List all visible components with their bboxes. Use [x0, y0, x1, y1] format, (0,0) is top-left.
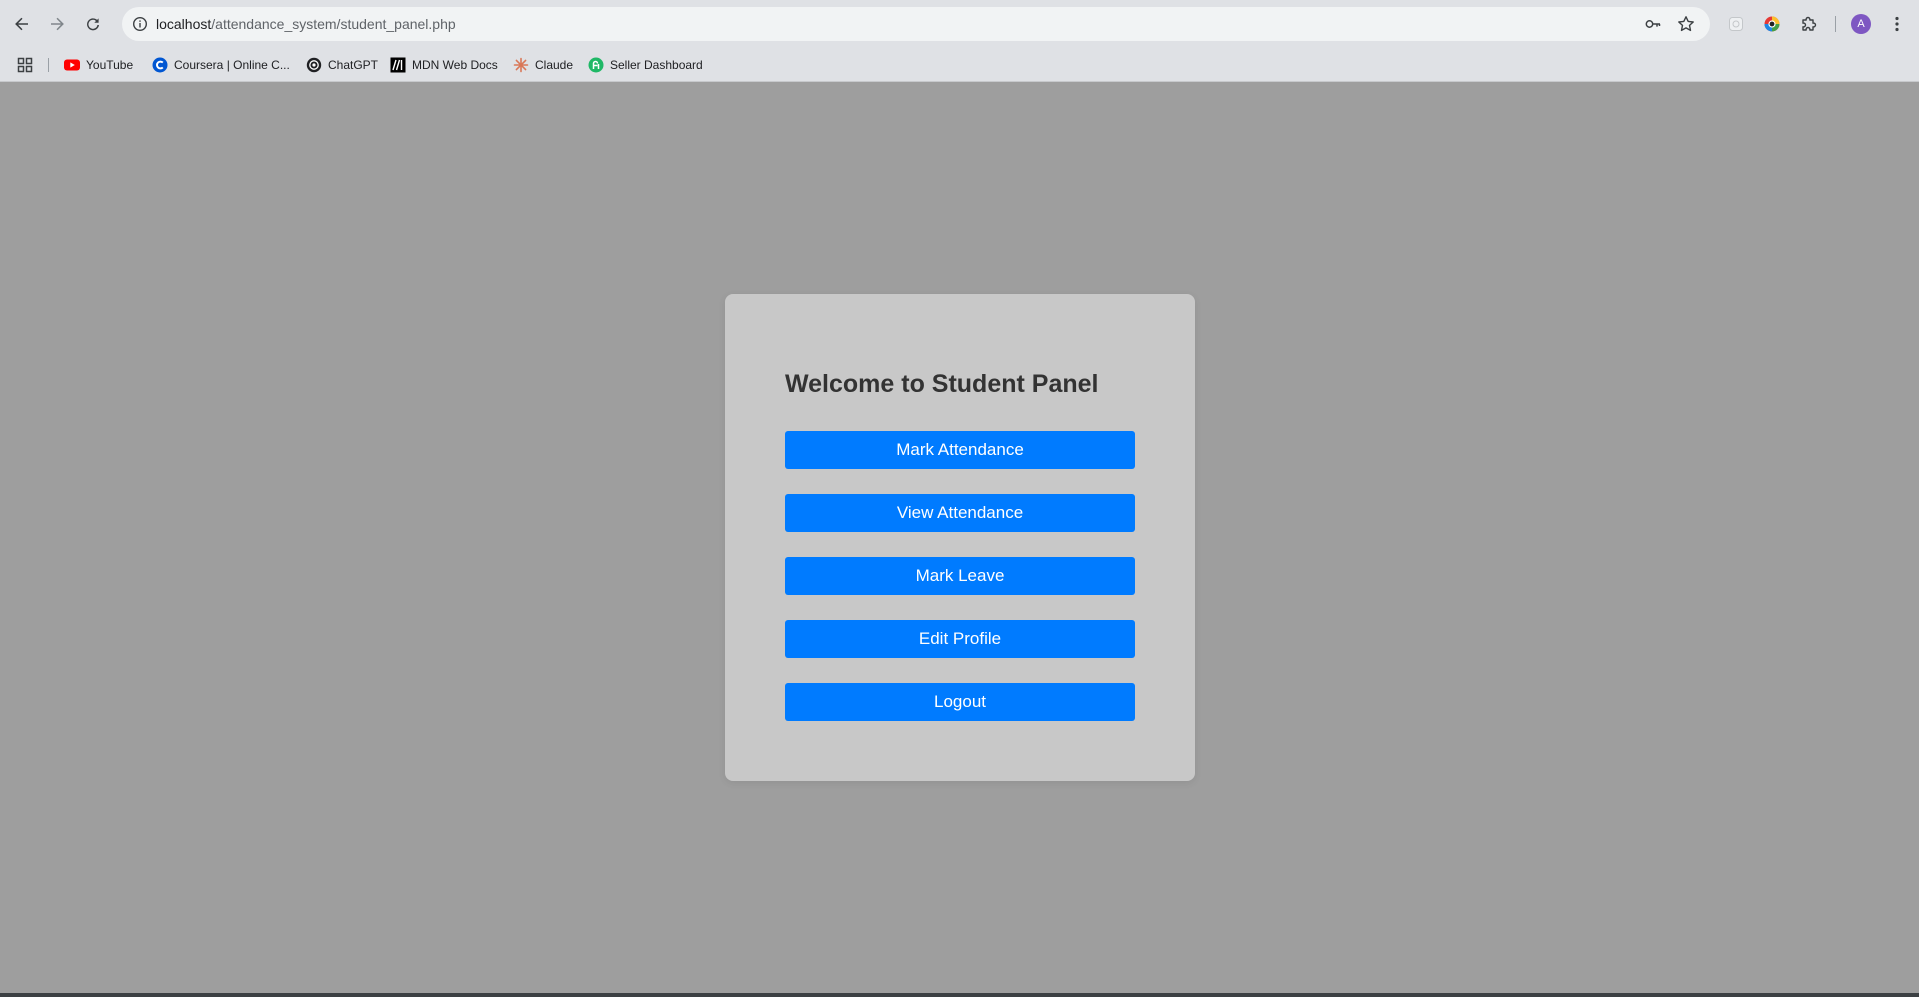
url-text[interactable]: localhost/attendance_system/student_pane…	[156, 16, 456, 32]
bookmark-youtube[interactable]: YouTube	[64, 54, 133, 76]
mark-leave-button[interactable]: Mark Leave	[785, 557, 1135, 595]
password-key-icon[interactable]	[1641, 12, 1665, 36]
claude-icon	[513, 57, 529, 73]
taskbar-edge	[0, 993, 1919, 997]
address-bar[interactable]: localhost/attendance_system/student_pane…	[122, 7, 1710, 41]
chatgpt-icon	[306, 57, 322, 73]
bookmarks-bar: YouTube Coursera | Online C... ChatGPT M…	[0, 48, 1919, 82]
color-picker-extension-icon[interactable]	[1760, 12, 1784, 36]
url-host: localhost	[156, 16, 212, 32]
more-menu-icon[interactable]	[1885, 12, 1909, 36]
logout-button[interactable]: Logout	[785, 683, 1135, 721]
apps-grid-icon[interactable]	[16, 56, 34, 74]
profile-avatar[interactable]: A	[1851, 14, 1871, 34]
bookmark-label: Claude	[535, 58, 574, 72]
youtube-icon	[64, 57, 80, 73]
bookmark-label: Coursera | Online C...	[174, 58, 290, 72]
bookmark-claude[interactable]: Claude	[513, 54, 573, 76]
bookmark-mdn[interactable]: MDN Web Docs	[390, 54, 498, 76]
panel-title: Welcome to Student Panel	[785, 370, 1099, 398]
bookmark-chatgpt[interactable]: ChatGPT	[306, 54, 378, 76]
url-path: /attendance_system/student_panel.php	[211, 16, 456, 32]
mark-attendance-button[interactable]: Mark Attendance	[785, 431, 1135, 469]
toolbar-divider	[1835, 16, 1836, 32]
coursera-icon	[152, 57, 168, 73]
mdn-icon	[390, 57, 406, 73]
reload-icon[interactable]	[77, 8, 109, 40]
bookmark-star-icon[interactable]	[1674, 12, 1698, 36]
bookmark-label: ChatGPT	[328, 58, 379, 72]
seller-dashboard-icon	[588, 57, 604, 73]
view-attendance-button[interactable]: View Attendance	[785, 494, 1135, 532]
extensions-puzzle-icon[interactable]	[1797, 12, 1821, 36]
site-info-icon[interactable]	[130, 14, 150, 34]
edit-profile-button[interactable]: Edit Profile	[785, 620, 1135, 658]
student-panel-card: Welcome to Student Panel Mark Attendance…	[725, 294, 1195, 781]
extension-placeholder-icon[interactable]	[1724, 12, 1748, 36]
browser-toolbar: localhost/attendance_system/student_pane…	[0, 0, 1919, 48]
bookmark-label: YouTube	[86, 58, 134, 72]
bookmark-label: Seller Dashboard	[610, 58, 703, 72]
bookmark-seller-dashboard[interactable]: Seller Dashboard	[588, 54, 703, 76]
bookmark-coursera[interactable]: Coursera | Online C...	[152, 54, 290, 76]
back-arrow-icon[interactable]	[6, 8, 38, 40]
forward-arrow-icon[interactable]	[41, 8, 73, 40]
bookmark-label: MDN Web Docs	[412, 58, 498, 72]
bookmarks-divider	[48, 58, 49, 72]
